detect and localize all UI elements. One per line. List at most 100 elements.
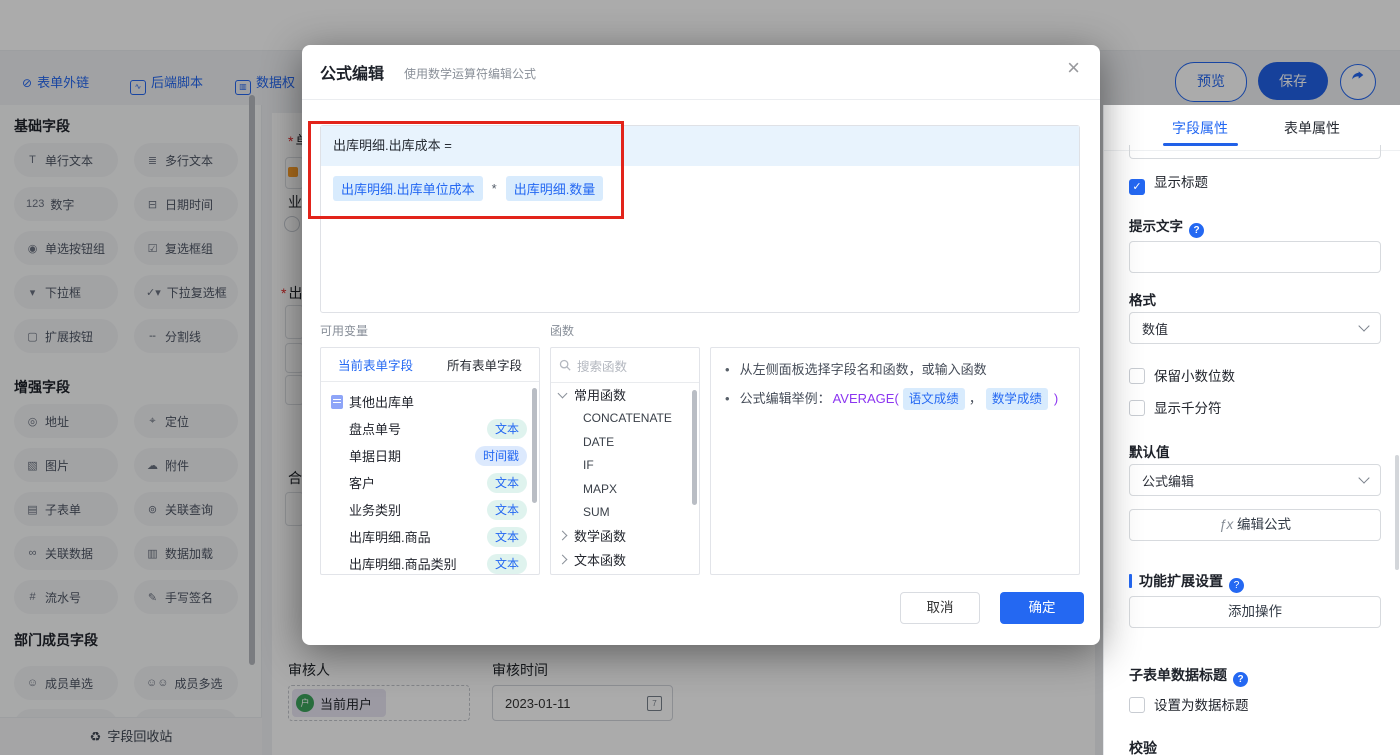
field-type-label: 数据加载 — [165, 546, 214, 561]
form-external-link-button[interactable]: ⊘ 表单外链 — [22, 72, 89, 91]
function-item[interactable]: SUM — [551, 501, 699, 525]
field-type-label: 单行文本 — [45, 153, 94, 168]
tab-current-form-fields[interactable]: 当前表单字段 — [321, 355, 430, 374]
field-type-button[interactable]: ◎ 地址 — [14, 404, 118, 438]
field-type-label: 复选框组 — [165, 241, 214, 256]
field-type-button[interactable]: ☺☺ 成员多选 — [134, 666, 238, 700]
review-time-input[interactable]: 2023-01-11 7 — [492, 685, 673, 721]
formula-field-chip[interactable]: 出库明细.出库单位成本 — [333, 176, 483, 201]
current-user-chip[interactable]: 户 当前用户 — [292, 689, 386, 717]
field-type-button[interactable]: ⊚ 关联查询 — [134, 492, 238, 526]
variable-row[interactable]: 单据日期 时间戳 — [321, 442, 539, 469]
canvas-field-label: 业 — [288, 194, 302, 210]
formula-field-chip[interactable]: 出库明细.数量 — [505, 176, 604, 201]
field-type-button[interactable]: T 单行文本 — [14, 143, 118, 177]
link-icon: ⊘ — [22, 76, 33, 90]
field-type-button[interactable]: ⊟ 日期时间 — [134, 187, 238, 221]
radio-group-icon: ◉ — [27, 242, 38, 255]
properties-scrollbar[interactable] — [1395, 455, 1399, 570]
function-group[interactable]: 文本函数 — [551, 548, 699, 572]
show-title-checkbox[interactable]: ✓ 显示标题 — [1129, 171, 1208, 195]
function-group[interactable]: 常用函数 — [551, 383, 699, 407]
field-type-button[interactable]: ▧ 图片 — [14, 448, 118, 482]
confirm-button[interactable]: 确定 — [1000, 592, 1084, 624]
variable-row[interactable]: 出库明细.商品类别 文本 — [321, 550, 539, 577]
function-search-input[interactable]: 搜索函数 — [551, 348, 699, 383]
share-button[interactable] — [1340, 64, 1376, 100]
member-single-icon: ☺ — [26, 677, 39, 689]
function-group-name: 数学函数 — [574, 529, 627, 545]
hint-text-input[interactable] — [1129, 241, 1381, 273]
formula-expression[interactable]: 出库明细.出库单位成本 * 出库明细.数量 — [333, 176, 604, 201]
calendar-icon[interactable]: 7 — [647, 695, 662, 711]
cancel-button[interactable]: 取消 — [900, 592, 980, 624]
reviewer-field-label: 审核人 — [288, 662, 330, 678]
function-item[interactable]: DATE — [551, 430, 699, 454]
subform-icon: ▤ — [27, 503, 38, 516]
data-permission-button[interactable]: ▥ 数据权 — [235, 72, 295, 95]
edit-formula-button[interactable]: ƒx 编辑公式 — [1129, 509, 1381, 541]
field-type-button[interactable]: ≣ 多行文本 — [134, 143, 238, 177]
variable-row[interactable]: 出库明细.商品 文本 — [321, 523, 539, 550]
help-circle-icon[interactable]: ? — [1189, 223, 1204, 238]
field-type-label: 多行文本 — [165, 153, 214, 168]
functions-scrollbar[interactable] — [692, 390, 697, 505]
function-item[interactable]: MAPX — [551, 477, 699, 501]
help-circle-icon[interactable]: ? — [1233, 672, 1248, 687]
field-type-label: 子表单 — [45, 502, 82, 517]
field-type-button[interactable]: ▥ 数据加载 — [134, 536, 238, 570]
field-type-label: 流水号 — [45, 590, 82, 605]
function-group[interactable]: 数学函数 — [551, 524, 699, 548]
field-type-button[interactable]: ◉ 单选按钮组 — [14, 231, 118, 265]
function-item[interactable]: IF — [551, 454, 699, 478]
close-icon[interactable]: × — [1067, 57, 1080, 79]
save-button[interactable]: 保存 — [1258, 62, 1328, 100]
set-as-data-title-checkbox[interactable]: 设置为数据标题 — [1129, 694, 1249, 714]
field-type-button[interactable]: ▤ 子表单 — [14, 492, 118, 526]
field-type-button[interactable]: ✎ 手写签名 — [134, 580, 238, 614]
field-title-input-partial[interactable] — [1129, 145, 1381, 159]
dropdown-multi-icon: ✓▾ — [146, 286, 161, 299]
field-type-button[interactable]: ☁ 附件 — [134, 448, 238, 482]
variable-row[interactable]: 业务类别 文本 — [321, 496, 539, 523]
field-type-button[interactable]: # 流水号 — [14, 580, 118, 614]
tab-field-properties[interactable]: 字段属性 — [1172, 118, 1228, 138]
field-type-button[interactable]: ▢ 扩展按钮 — [14, 319, 118, 353]
canvas-field-label: * 出 — [281, 285, 303, 301]
tab-form-properties[interactable]: 表单属性 — [1284, 118, 1340, 138]
add-action-button[interactable]: 添加操作 — [1129, 596, 1381, 628]
field-type-button[interactable]: ╌ 分割线 — [134, 319, 238, 353]
sidebar-scrollbar[interactable] — [249, 95, 255, 665]
function-item[interactable]: CONCATENATE — [551, 407, 699, 431]
backend-script-button[interactable]: ∿ 后端脚本 — [130, 72, 203, 95]
hint-example-line: • 公式编辑举例： AVERAGE(语文成绩，数学成绩) — [725, 388, 1065, 410]
help-circle-icon[interactable]: ? — [1229, 578, 1244, 593]
field-type-button[interactable]: ∞ 关联数据 — [14, 536, 118, 570]
locate-icon: ⌖ — [149, 414, 156, 427]
keep-decimals-checkbox[interactable]: 保留小数位数 — [1129, 365, 1235, 385]
field-type-button[interactable]: 123 数字 — [14, 187, 118, 221]
preview-button[interactable]: 预览 — [1175, 62, 1247, 102]
script-icon: ∿ — [130, 80, 146, 95]
variable-tree-root[interactable]: 其他出库单 — [321, 388, 539, 415]
signature-icon: ✎ — [147, 591, 158, 604]
thousand-separator-checkbox[interactable]: 显示千分符 — [1129, 397, 1222, 417]
default-value-select[interactable]: 公式编辑 — [1129, 464, 1381, 496]
variables-scrollbar[interactable] — [532, 388, 537, 503]
format-select[interactable]: 数值 — [1129, 312, 1381, 344]
formula-edit-modal: 公式编辑 使用数学运算符编辑公式 × 出库明细.出库成本 = 出库明细.出库单位… — [302, 45, 1100, 645]
field-type-button[interactable]: ☑ 复选框组 — [134, 231, 238, 265]
tab-all-form-fields[interactable]: 所有表单字段 — [430, 355, 539, 374]
variable-row[interactable]: 盘点单号 文本 — [321, 415, 539, 442]
extension-settings-section: 功能扩展设置? — [1129, 571, 1244, 593]
field-type-label: 日期时间 — [165, 197, 214, 212]
radio-option-fragment[interactable] — [284, 216, 300, 232]
formula-editor[interactable]: 出库明细.出库成本 = 出库明细.出库单位成本 * 出库明细.数量 — [320, 125, 1080, 313]
field-type-button[interactable]: ✓▾ 下拉复选框 — [134, 275, 238, 309]
field-type-button[interactable]: ▾ 下拉框 — [14, 275, 118, 309]
field-recycle-bin[interactable]: ♻ 字段回收站 — [0, 717, 262, 755]
variable-row[interactable]: 客户 文本 — [321, 469, 539, 496]
data-permission-icon: ▥ — [235, 80, 251, 95]
field-type-button[interactable]: ☺ 成员单选 — [14, 666, 118, 700]
field-type-button[interactable]: ⌖ 定位 — [134, 404, 238, 438]
